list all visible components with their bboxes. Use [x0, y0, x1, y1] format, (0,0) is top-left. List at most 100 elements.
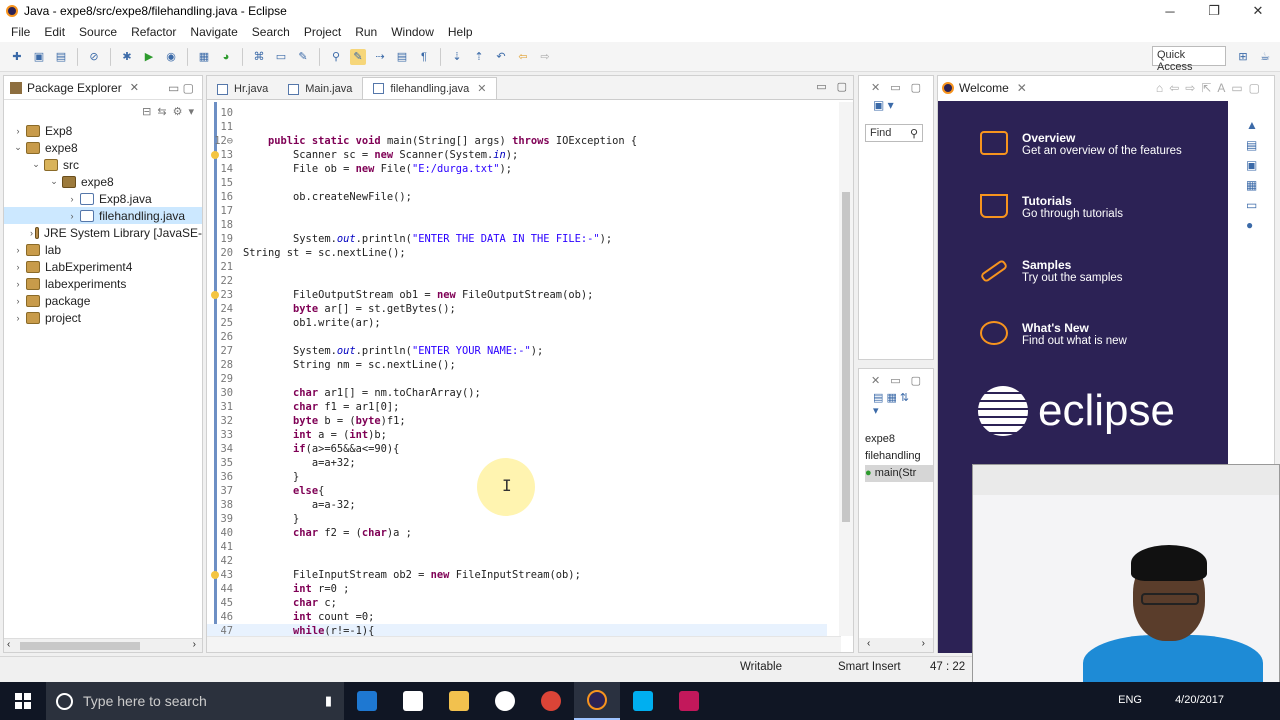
code-line[interactable]: 25 ob1.write(ar);	[207, 316, 827, 330]
minimize-icon[interactable]: ▭	[890, 81, 900, 94]
code-line[interactable]: 20 String st = sc.nextLine();	[207, 246, 827, 260]
tab-main-java[interactable]: Main.java	[278, 79, 362, 99]
horizontal-scrollbar[interactable]: ‹ ›	[859, 638, 933, 652]
warning-icon[interactable]	[211, 571, 219, 579]
code-line[interactable]: 42	[207, 554, 827, 568]
tree-item[interactable]: › labexperiments	[4, 275, 202, 292]
last-edit-icon[interactable]: ↶	[493, 49, 509, 65]
tree-item[interactable]: › Exp8	[4, 122, 202, 139]
code-line[interactable]: 19 System.out.println("ENTER THE DATA IN…	[207, 232, 827, 246]
code-line[interactable]: 18	[207, 218, 827, 232]
view-menu-icon[interactable]: ▾	[188, 105, 194, 118]
minimize-icon[interactable]: ▭	[890, 374, 900, 387]
word-wrap-icon[interactable]: ⇢	[372, 49, 388, 65]
outline-item-method[interactable]: ● main(Str	[865, 465, 933, 482]
menu-edit[interactable]: Edit	[37, 25, 72, 39]
menu-file[interactable]: File	[4, 25, 37, 39]
code-line[interactable]: 46 int count =0;	[207, 610, 827, 624]
close-icon[interactable]: ✕	[871, 374, 880, 387]
back-icon[interactable]: ⇦	[515, 49, 531, 65]
run-icon[interactable]: ▶	[141, 49, 157, 65]
tab-hr-java[interactable]: Hr.java	[207, 79, 278, 99]
save-icon[interactable]: ▣	[31, 49, 47, 65]
task-explorer[interactable]	[436, 682, 482, 720]
outline-item-package[interactable]: expe8	[865, 431, 933, 448]
side-tool-icons[interactable]: ▲ ▤ ▣ ▦ ▭ ●	[1234, 101, 1274, 235]
close-button[interactable]: ✕	[1236, 0, 1280, 22]
code-line[interactable]: 28 String nm = sc.nextLine();	[207, 358, 827, 372]
next-annotation-icon[interactable]: ⇣	[449, 49, 465, 65]
maximize-icon[interactable]: ▢	[837, 80, 847, 93]
scroll-thumb[interactable]	[20, 642, 140, 650]
open-type-icon[interactable]: ⌘	[251, 49, 267, 65]
start-button[interactable]	[0, 682, 46, 720]
welcome-nav-icons[interactable]: ⌂⇦⇨⇱A▭▢	[1156, 81, 1266, 95]
code-line[interactable]: 14 File ob = new File("E:/durga.txt");	[207, 162, 827, 176]
code-line[interactable]: 45 char c;	[207, 596, 827, 610]
chevron-right-icon[interactable]: ›	[12, 279, 24, 289]
outline-toolbar[interactable]: ▤ ▦ ⇅ ▾	[859, 391, 933, 431]
close-icon[interactable]: ✕	[477, 82, 486, 95]
chevron-down-icon[interactable]: ⌄	[30, 159, 42, 170]
outline-item-class[interactable]: filehandling	[865, 448, 933, 465]
tab-filehandling-java[interactable]: filehandling.java ✕	[362, 77, 498, 99]
new-icon[interactable]: ✚	[9, 49, 25, 65]
java-perspective-icon[interactable]: ☕	[1257, 48, 1273, 64]
maximize-icon[interactable]: ▢	[911, 81, 921, 94]
coverage-icon[interactable]: ◉	[163, 49, 179, 65]
menu-refactor[interactable]: Refactor	[124, 25, 183, 39]
task-chrome[interactable]	[528, 682, 574, 720]
chevron-right-icon[interactable]: ›	[12, 296, 24, 306]
scroll-right-icon[interactable]: ›	[193, 639, 196, 650]
code-line[interactable]: 29	[207, 372, 827, 386]
scroll-left-icon[interactable]: ‹	[867, 638, 870, 652]
tree-item[interactable]: ⌄ expe8	[4, 173, 202, 190]
chevron-right-icon[interactable]: ›	[12, 126, 24, 136]
task-edge[interactable]	[344, 682, 390, 720]
menu-navigate[interactable]: Navigate	[183, 25, 244, 39]
code-line[interactable]: 31 char f1 = ar1[0];	[207, 400, 827, 414]
block-selection-icon[interactable]: ▤	[394, 49, 410, 65]
welcome-overview[interactable]: Overview Get an overview of the features	[980, 131, 1182, 157]
save-all-icon[interactable]: ▤	[53, 49, 69, 65]
link-with-editor-icon[interactable]: ⇆	[157, 105, 166, 118]
code-line[interactable]: 30 char ar1[] = nm.toCharArray();	[207, 386, 827, 400]
code-line[interactable]: 16 ob.createNewFile();	[207, 190, 827, 204]
code-line[interactable]: 12⊖ public static void main(String[] arg…	[207, 134, 827, 148]
code-line[interactable]: 24 byte ar[] = st.getBytes();	[207, 302, 827, 316]
mark-occurrences-icon[interactable]: ✎	[350, 48, 366, 65]
warning-icon[interactable]	[211, 291, 219, 299]
code-line[interactable]: 41	[207, 540, 827, 554]
task-store[interactable]	[390, 682, 436, 720]
code-line[interactable]: 27 System.out.println("ENTER YOUR NAME:-…	[207, 344, 827, 358]
chevron-right-icon[interactable]: ›	[12, 262, 24, 272]
close-icon[interactable]: ✕	[1017, 81, 1027, 95]
code-line[interactable]: 13 Scanner sc = new Scanner(System.in);	[207, 148, 827, 162]
chevron-right-icon[interactable]: ›	[66, 194, 78, 204]
code-line[interactable]: 44 int r=0 ;	[207, 582, 827, 596]
skip-breakpoints-icon[interactable]: ⊘	[86, 49, 102, 65]
package-explorer-tab[interactable]: Package Explorer ✕ ▭ ▢	[4, 76, 202, 100]
tree-item[interactable]: ⌄ src	[4, 156, 202, 173]
quick-access-field[interactable]: Quick Access	[1152, 46, 1226, 73]
code-line[interactable]: 17	[207, 204, 827, 218]
code-line[interactable]: 26	[207, 330, 827, 344]
minimize-button[interactable]: ─	[1148, 0, 1192, 22]
chevron-right-icon[interactable]: ›	[30, 228, 33, 238]
code-line[interactable]: 32 byte b = (byte)f1;	[207, 414, 827, 428]
new-java-class-icon[interactable]: ◕	[218, 49, 234, 65]
forward-icon[interactable]: ⇨	[537, 49, 553, 65]
previous-annotation-icon[interactable]: ⇡	[471, 49, 487, 65]
code-line[interactable]: 22	[207, 274, 827, 288]
scroll-left-icon[interactable]: ‹	[7, 639, 10, 650]
task-skype[interactable]	[620, 682, 666, 720]
new-java-package-icon[interactable]: ▦	[196, 49, 212, 65]
chevron-right-icon[interactable]: ›	[12, 245, 24, 255]
code-line[interactable]: 21	[207, 260, 827, 274]
filter-icon[interactable]: ⚙	[173, 105, 183, 118]
code-line[interactable]: 34 if(a>=65&&a<=90){	[207, 442, 827, 456]
menu-help[interactable]: Help	[441, 25, 480, 39]
chevron-down-icon[interactable]: ⌄	[48, 176, 60, 187]
code-line[interactable]: 23 FileOutputStream ob1 = new FileOutput…	[207, 288, 827, 302]
task-media[interactable]	[482, 682, 528, 720]
